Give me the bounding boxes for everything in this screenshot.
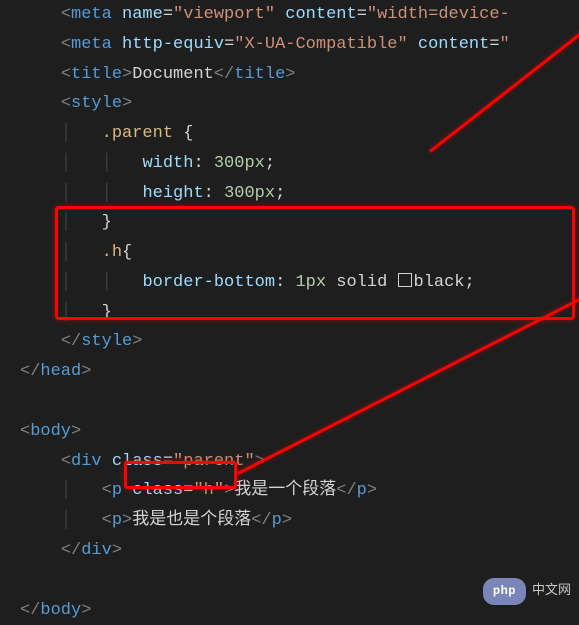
code-line: <meta name="viewport" content="width=dev… xyxy=(20,0,579,30)
code-line: <title>Document</title> xyxy=(20,60,579,90)
code-line: </head> xyxy=(20,357,579,387)
code-line: </div> xyxy=(20,536,579,566)
code-editor: <meta name="viewport" content="width=dev… xyxy=(0,0,579,625)
code-line: <div class="parent"> xyxy=(20,447,579,477)
code-line: │ } xyxy=(20,298,579,328)
watermark-text: 中文网 xyxy=(532,580,571,603)
code-line: │ │ width: 300px; xyxy=(20,149,579,179)
code-line: │ .parent { xyxy=(20,119,579,149)
watermark-badge: php xyxy=(483,578,526,605)
code-line: <style> xyxy=(20,89,579,119)
code-line: │ } xyxy=(20,208,579,238)
code-line: │ .h{ xyxy=(20,238,579,268)
code-line: │ <p class="h">我是一个段落</p> xyxy=(20,476,579,506)
code-line: │ │ border-bottom: 1px solid black; xyxy=(20,268,579,298)
color-swatch-icon xyxy=(398,273,412,287)
code-line: <meta http-equiv="X-UA-Compatible" conte… xyxy=(20,30,579,60)
code-line: │ │ height: 300px; xyxy=(20,179,579,209)
blank-line xyxy=(20,387,579,417)
watermark: php 中文网 xyxy=(483,578,571,605)
code-line: │ <p>我是也是个段落</p> xyxy=(20,506,579,536)
